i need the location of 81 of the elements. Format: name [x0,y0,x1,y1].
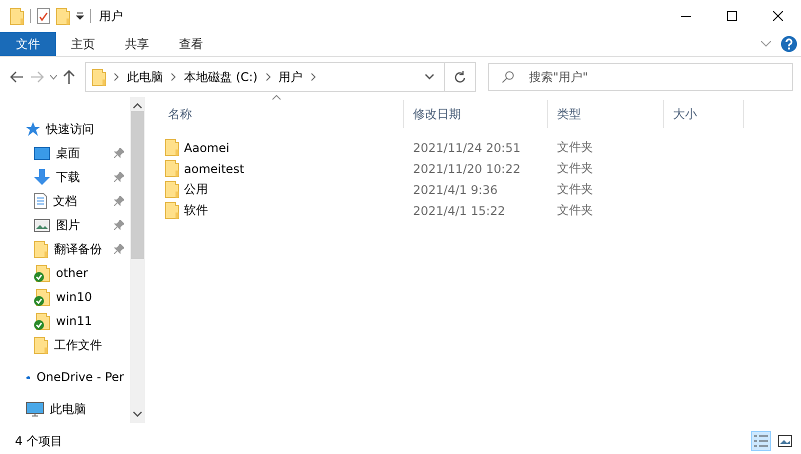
folder-icon [92,68,106,86]
breadcrumb[interactable]: 此电脑 [127,68,163,86]
picture-icon [34,218,50,232]
ribbon-tab[interactable]: 主页 [56,32,110,56]
sidebar-item[interactable]: 文档 [0,189,130,213]
sidebar-item[interactable]: win10 [0,285,130,309]
file-name: 公用 [184,181,208,198]
folder-icon [165,139,179,156]
chevron-right-icon[interactable] [114,73,119,81]
desktop-icon [34,146,50,160]
maximize-icon[interactable] [727,11,737,21]
synced-folder-icon [34,264,50,282]
table-cell-text: 2021/4/1 15:22 [412,204,506,218]
help-icon[interactable] [781,36,797,52]
ribbon-tab[interactable]: 查看 [164,32,218,56]
scrollbar[interactable] [130,97,145,423]
down-arrow-icon [34,169,50,185]
column-header[interactable]: 类型 [548,100,664,128]
sidebar-item[interactable]: 快速访问 [0,117,130,141]
sidebar-item[interactable]: 图片 [0,213,130,237]
scroll-up-icon[interactable] [133,103,142,109]
folder-icon [34,240,48,258]
synced-folder-icon [34,312,50,330]
table-cell-text: 文件夹 [556,202,594,219]
sidebar-item[interactable]: 此电脑 [0,397,130,421]
folder-icon [165,181,179,198]
folder-icon [10,8,24,24]
sidebar-item[interactable]: 下载 [0,165,130,189]
chevron-down-icon[interactable] [424,74,434,80]
chevron-right-icon[interactable] [171,73,176,81]
table-cell-text: 文件夹 [556,139,594,156]
sidebar-item[interactable]: other [0,261,130,285]
properties-icon[interactable] [37,8,50,24]
folder-icon [165,160,179,177]
details-view-button[interactable] [751,431,771,451]
dropdown-icon[interactable] [76,12,84,20]
chevron-right-icon[interactable] [266,73,271,81]
new-folder-icon [56,8,70,24]
file-name: aomeitest [184,162,244,176]
sort-up-icon [272,95,281,100]
back-arrow-icon[interactable] [10,71,24,83]
ribbon-tab[interactable]: 共享 [110,32,164,56]
file-row[interactable]: Aaomei 2021/11/24 20:51 文件夹 [159,137,801,158]
column-header[interactable]: 大小 [664,100,744,128]
close-icon[interactable] [773,11,783,21]
refresh-icon[interactable] [454,71,466,83]
sidebar-item[interactable]: 翻译备份 [0,237,130,261]
window-title: 用户 [99,8,123,24]
breadcrumb[interactable]: 用户 [278,68,303,86]
file-row[interactable]: 公用 2021/4/1 9:36 文件夹 [159,179,801,200]
sidebar-item[interactable]: 工作文件 [0,333,130,357]
search-icon [502,71,514,83]
file-name: Aaomei [184,140,230,154]
document-icon [34,193,47,209]
scroll-down-icon[interactable] [133,411,142,417]
table-cell-text: 2021/11/20 10:22 [412,162,522,176]
breadcrumb[interactable]: 本地磁盘 (C:) [184,68,258,86]
synced-folder-icon [34,288,50,306]
sidebar-item[interactable]: win11 [0,309,130,333]
column-header[interactable]: 修改日期 [404,100,548,128]
chevron-down-icon[interactable] [50,74,57,80]
folder-icon [165,202,179,219]
file-row[interactable]: 软件 2021/4/1 15:22 文件夹 [159,200,801,221]
address-bar[interactable]: 此电脑 本地磁盘 (C:) 用户 [85,62,476,92]
up-arrow-icon[interactable] [63,70,75,84]
table-cell-text: 2021/11/24 20:51 [412,140,522,154]
column-header[interactable]: 名称 [159,100,404,128]
table-cell-text: 文件夹 [556,181,594,198]
computer-icon [26,402,44,416]
folder-icon [34,336,48,354]
file-name: 软件 [184,202,208,219]
file-row[interactable]: aomeitest 2021/11/20 10:22 文件夹 [159,158,801,179]
table-cell-text: 2021/4/1 9:36 [412,182,499,196]
search-field[interactable]: 搜索"用户" [488,63,793,91]
item-count: 4 个项目 [15,432,62,450]
sidebar-item[interactable]: 桌面 [0,141,130,165]
ribbon-tab[interactable]: 文件 [0,32,56,56]
table-cell-text: 文件夹 [556,160,594,177]
chevron-right-icon[interactable] [310,73,316,81]
star-icon [26,122,40,136]
sidebar-item[interactable]: OneDrive - Per [0,365,130,389]
